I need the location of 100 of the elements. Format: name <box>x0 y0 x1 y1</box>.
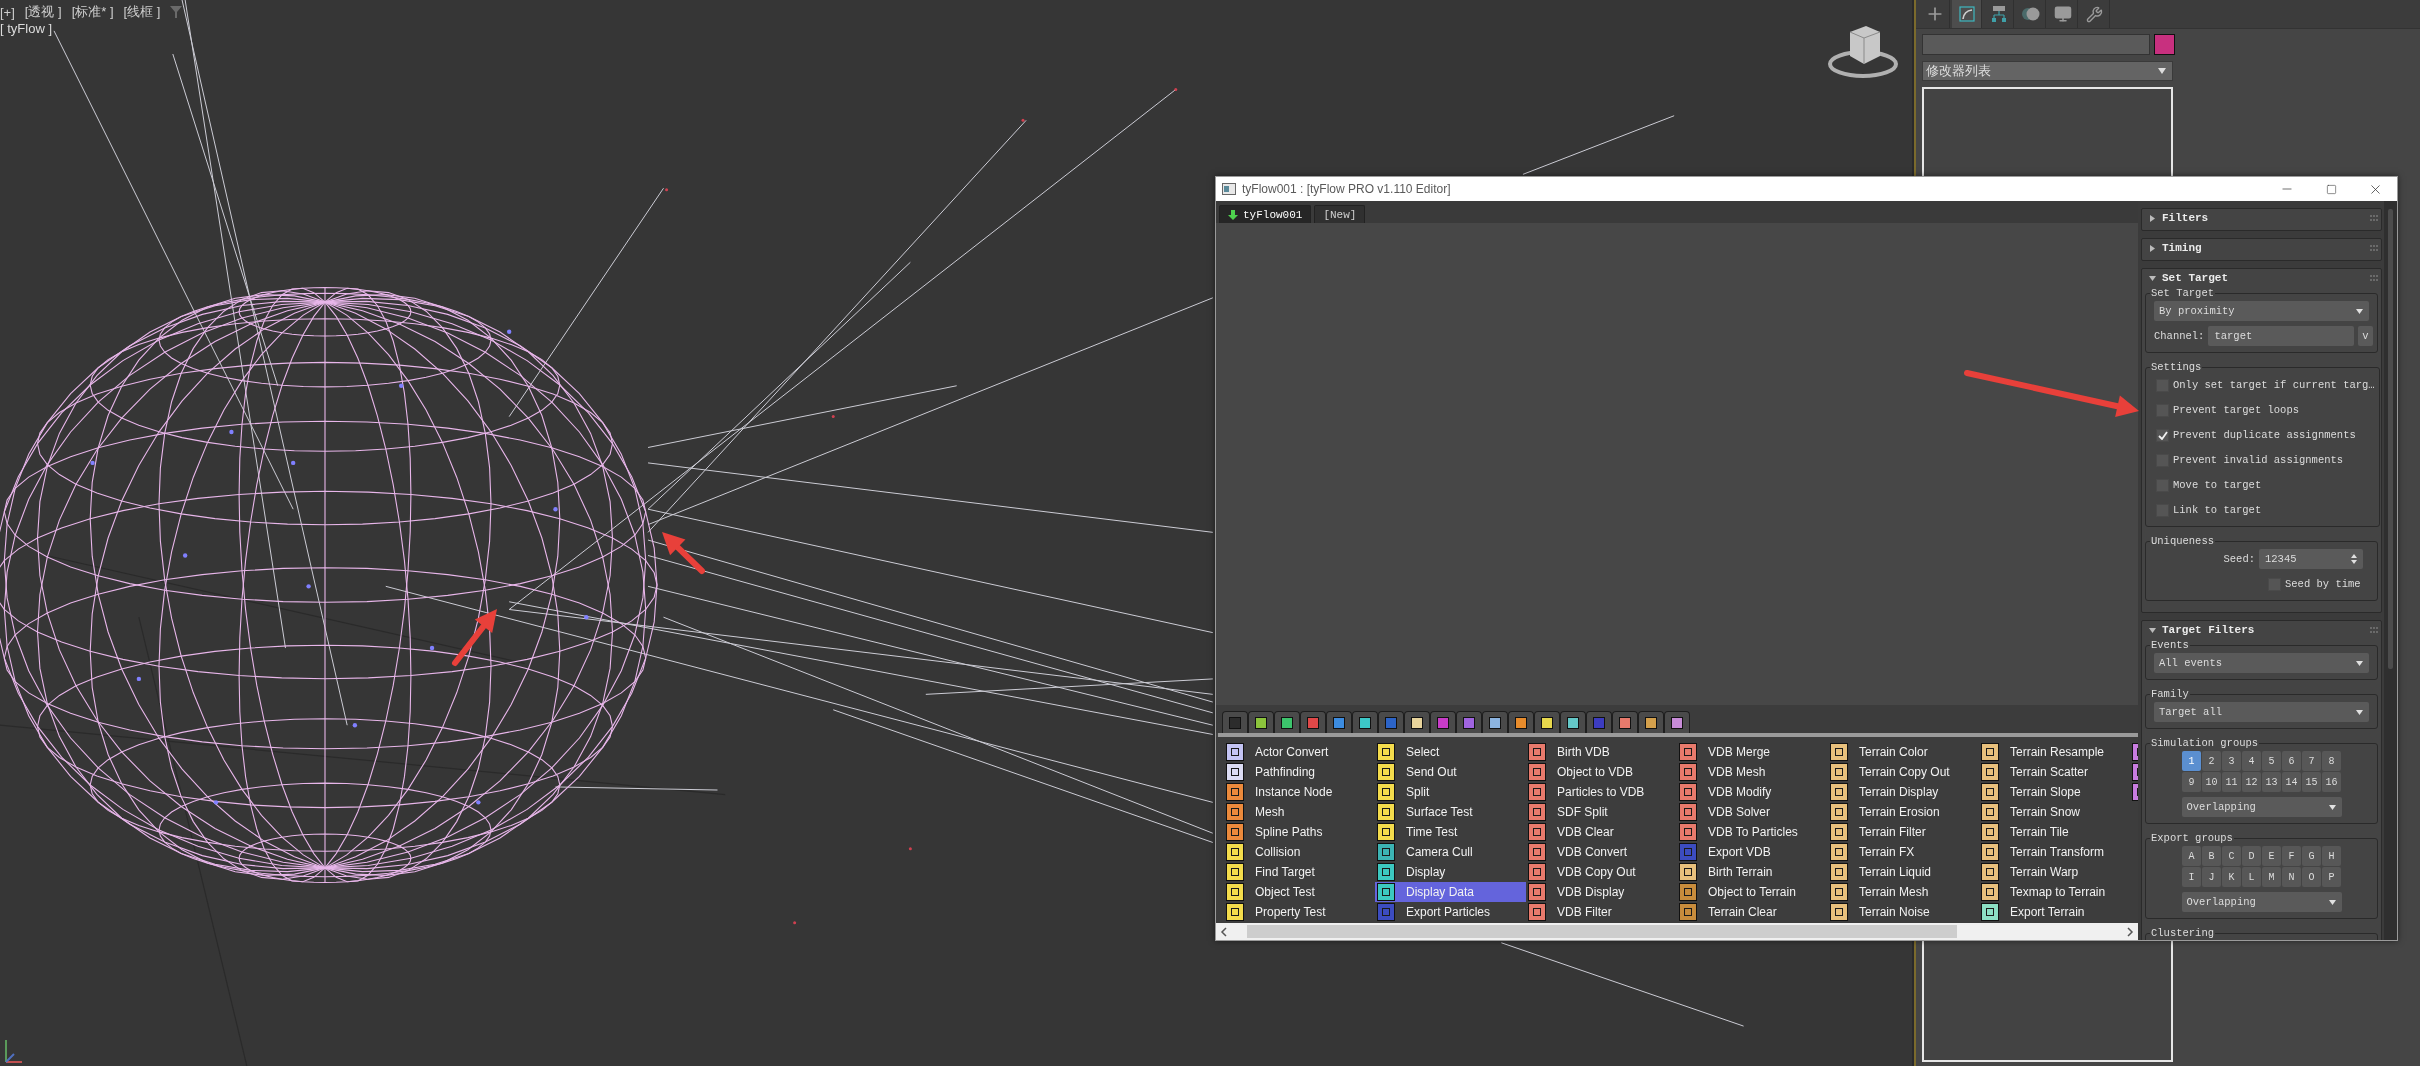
operator-item[interactable]: Find Target <box>1224 862 1375 882</box>
rollout-header[interactable]: Target Filters <box>2145 621 2378 639</box>
viewport-label[interactable]: [标准* ] <box>71 3 114 21</box>
operator-item[interactable]: Birth VDB <box>1526 742 1677 762</box>
operator-item[interactable]: Object to VDB <box>1526 762 1677 782</box>
operator-item[interactable]: Export VDB <box>1677 842 1828 862</box>
group-button[interactable]: H <box>2322 846 2341 866</box>
viewport-label[interactable]: [+] <box>0 4 15 20</box>
modifier-list-dropdown[interactable]: 修改器列表 <box>1922 61 2173 81</box>
category-tab[interactable] <box>1612 711 1638 733</box>
category-tab[interactable] <box>1482 711 1508 733</box>
group-button[interactable]: O <box>2302 867 2321 887</box>
group-button[interactable]: A <box>2182 846 2201 866</box>
operator-item[interactable]: VDB Convert <box>1526 842 1677 862</box>
operator-item[interactable]: VDB Merge <box>1677 742 1828 762</box>
editor-tab[interactable]: tyFlow001 <box>1219 205 1312 223</box>
group-button[interactable]: 8 <box>2322 751 2341 771</box>
operator-item[interactable]: Terrain Transform <box>1979 842 2130 862</box>
operator-item[interactable]: Terrain Filter <box>1828 822 1979 842</box>
group-button[interactable]: 7 <box>2302 751 2321 771</box>
operator-item[interactable]: Display <box>1375 862 1526 882</box>
operator-item[interactable]: Terrain Liquid <box>1828 862 1979 882</box>
operator-item[interactable]: Texmap to Terrain <box>1979 882 2130 902</box>
operator-item[interactable]: Terrain Clear <box>1677 902 1828 922</box>
operator-item[interactable]: Terrain Tile <box>1979 822 2130 842</box>
checkbox[interactable] <box>2156 428 2169 442</box>
dropdown[interactable]: By proximity <box>2154 301 2369 321</box>
channel-field[interactable]: target <box>2208 326 2354 346</box>
viewport-label[interactable]: [线框 ] <box>123 3 161 21</box>
group-button[interactable]: B <box>2202 846 2221 866</box>
category-tab[interactable] <box>1534 711 1560 733</box>
group-button[interactable]: M <box>2262 867 2281 887</box>
group-button[interactable]: D <box>2242 846 2261 866</box>
group-button[interactable]: 2 <box>2202 751 2221 771</box>
group-button[interactable]: J <box>2202 867 2221 887</box>
dropdown[interactable]: Target all <box>2154 702 2369 722</box>
group-button[interactable]: 3 <box>2222 751 2241 771</box>
group-button[interactable]: 5 <box>2262 751 2281 771</box>
viewport-label[interactable]: [透视 ] <box>24 3 62 21</box>
operator-item[interactable]: Object to Terrain <box>1677 882 1828 902</box>
operator-item[interactable]: Export Terrain <box>1979 902 2130 922</box>
operator-item[interactable]: Terrain Snow <box>1979 802 2130 822</box>
object-color-swatch[interactable] <box>2154 34 2175 55</box>
dropdown[interactable]: Overlapping <box>2181 892 2342 912</box>
group-button[interactable]: 10 <box>2202 772 2221 792</box>
rollout-header[interactable]: Set Target <box>2145 269 2378 287</box>
dropdown[interactable]: Overlapping <box>2181 797 2342 817</box>
operator-item[interactable]: Terrain Scatter <box>1979 762 2130 782</box>
operator-item[interactable]: Camera Cull <box>1375 842 1526 862</box>
group-button[interactable]: 16 <box>2322 772 2341 792</box>
group-button[interactable]: 4 <box>2242 751 2261 771</box>
operator-item[interactable]: Surface Test <box>1375 802 1526 822</box>
operator-item[interactable]: Terrain Display <box>1828 782 1979 802</box>
operator-item[interactable]: Terrain FX <box>1828 842 1979 862</box>
group-button[interactable]: C <box>2222 846 2241 866</box>
group-button[interactable]: L <box>2242 867 2261 887</box>
category-tab[interactable] <box>1352 711 1378 733</box>
operator-item[interactable]: Terrain Noise <box>1828 902 1979 922</box>
group-button[interactable]: 14 <box>2282 772 2301 792</box>
operator-item[interactable]: Collision <box>1224 842 1375 862</box>
operator-item[interactable]: Actor Convert <box>1224 742 1375 762</box>
group-button[interactable]: E <box>2262 846 2281 866</box>
operator-item[interactable]: Terrain Color <box>1828 742 1979 762</box>
operator-item[interactable]: VDB Mesh <box>1677 762 1828 782</box>
operator-item[interactable]: Mesh <box>1224 802 1375 822</box>
operator-item[interactable]: Pathfinding <box>1224 762 1375 782</box>
seed-spinner[interactable]: 12345 <box>2259 549 2363 569</box>
group-button[interactable]: I <box>2182 867 2201 887</box>
group-button[interactable]: 15 <box>2302 772 2321 792</box>
operator-item[interactable]: Split <box>1375 782 1526 802</box>
operator-item[interactable]: VDB Filter <box>1526 902 1677 922</box>
group-button[interactable]: 9 <box>2182 772 2201 792</box>
group-button[interactable]: 12 <box>2242 772 2261 792</box>
operator-item[interactable]: Terrain Slope <box>1979 782 2130 802</box>
operator-item[interactable]: VDB To Particles <box>1677 822 1828 842</box>
category-tab[interactable] <box>1326 711 1352 733</box>
vertical-scrollbar[interactable] <box>2384 201 2397 940</box>
category-tab[interactable] <box>1248 711 1274 733</box>
operator-item[interactable]: Time Test <box>1375 822 1526 842</box>
horizontal-scrollbar[interactable] <box>1216 923 2138 940</box>
operator-item[interactable]: SDF Split <box>1526 802 1677 822</box>
editor-tab[interactable]: [New] <box>1314 205 1366 223</box>
operator-item[interactable]: Instance Node <box>1224 782 1375 802</box>
operator-item[interactable]: Property Test <box>1224 902 1375 922</box>
operator-item[interactable]: Terrain Erosion <box>1828 802 1979 822</box>
operator-item[interactable]: VDB Display <box>1526 882 1677 902</box>
operator-item[interactable]: Particles to VDB <box>1526 782 1677 802</box>
group-button[interactable]: N <box>2282 867 2301 887</box>
operator-item[interactable]: Send Out <box>1375 762 1526 782</box>
group-button[interactable]: 11 <box>2222 772 2241 792</box>
operator-item[interactable]: Display Data <box>1375 882 1526 902</box>
operator-item[interactable]: Select <box>1375 742 1526 762</box>
operator-item[interactable]: Terrain Resample <box>1979 742 2130 762</box>
operator-item[interactable]: Terrain Copy Out <box>1828 762 1979 782</box>
operator-item[interactable]: Export Particles <box>1375 902 1526 922</box>
operator-item[interactable]: Object Test <box>1224 882 1375 902</box>
operator-item[interactable]: Terrain Mesh <box>1828 882 1979 902</box>
operator-item[interactable]: VDB Clear <box>1526 822 1677 842</box>
category-tab[interactable] <box>1664 711 1690 733</box>
group-button[interactable]: G <box>2302 846 2321 866</box>
